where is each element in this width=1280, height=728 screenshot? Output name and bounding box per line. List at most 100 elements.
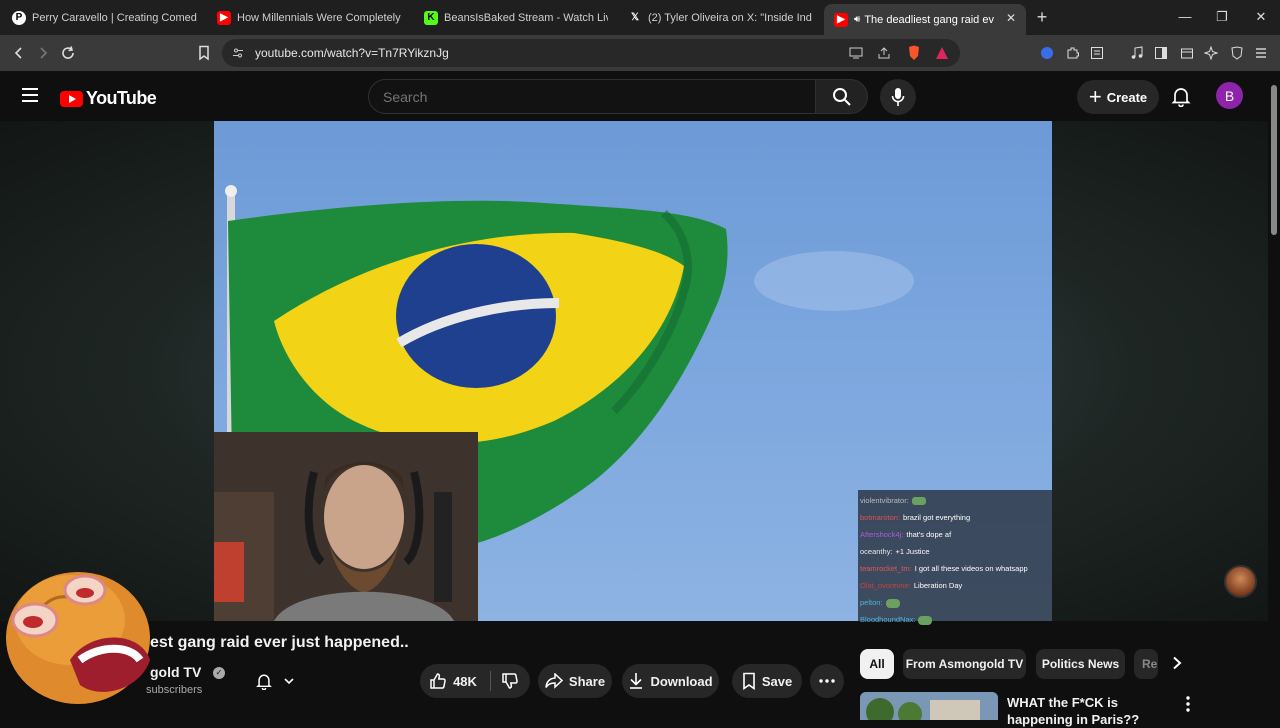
- like-divider: [490, 671, 491, 691]
- search-box: [368, 79, 868, 114]
- streamer-webcam: [214, 432, 478, 621]
- youtube-logo[interactable]: YouTube: [60, 88, 157, 109]
- chevron-right-icon[interactable]: [1166, 652, 1188, 674]
- potato-emote-image: [6, 572, 150, 704]
- address-bar[interactable]: youtube.com/watch?v=Tn7RYikznJg: [222, 39, 960, 67]
- new-tab-icon[interactable]: +: [1034, 8, 1050, 26]
- save-button[interactable]: Save: [732, 664, 802, 698]
- streamer-image: [214, 432, 478, 621]
- reader-icon[interactable]: [1088, 44, 1106, 62]
- cast-icon[interactable]: [848, 45, 864, 61]
- download-button[interactable]: Download: [622, 664, 719, 698]
- browser-tab[interactable]: 𝕏 (2) Tyler Oliveira on X: "Inside India…: [628, 4, 812, 31]
- recommended-title[interactable]: WHAT the F*CK is happening in Paris??: [1007, 694, 1172, 728]
- like-button[interactable]: 48K: [420, 664, 486, 698]
- floating-avatar-icon[interactable]: [1224, 565, 1257, 598]
- reload-icon[interactable]: [59, 44, 77, 62]
- chat-text: +1 Justice: [895, 547, 930, 556]
- leo-ai-icon[interactable]: [1202, 44, 1220, 62]
- voice-search-button[interactable]: [880, 79, 916, 115]
- tab-title: BeansIsBaked Stream - Watch Live on: [444, 11, 608, 24]
- share-label: Share: [568, 673, 606, 689]
- more-actions-button[interactable]: [810, 664, 844, 698]
- chat-message: Aftershock4j: that's dope af: [860, 526, 1050, 543]
- account-avatar[interactable]: B: [1216, 82, 1243, 109]
- vpn-icon[interactable]: [1228, 44, 1246, 62]
- thumbnail-image: [860, 692, 998, 720]
- notifications-bell-icon[interactable]: [1170, 85, 1192, 108]
- browser-tab-active[interactable]: ▶ 🔊︎ The deadliest gang raid ever j ✕: [824, 4, 1026, 35]
- search-button[interactable]: [816, 79, 868, 114]
- plus-icon: +: [1088, 84, 1102, 109]
- chat-message: botmaroton: brazil got everything: [860, 509, 1050, 526]
- youtube-masthead: YouTube + Create B: [0, 71, 1280, 121]
- chat-emote-icon: [911, 497, 926, 506]
- tab-title: (2) Tyler Oliveira on X: "Inside India's: [648, 11, 812, 24]
- bookmark-add-icon: [743, 672, 755, 690]
- wallet-icon[interactable]: [1178, 44, 1196, 62]
- chip-all[interactable]: All: [860, 649, 894, 679]
- chat-username: BloodhoundNax:: [860, 615, 916, 624]
- thumbs-up-icon: [430, 673, 446, 689]
- search-input[interactable]: [368, 79, 816, 114]
- share-page-icon[interactable]: [876, 45, 892, 61]
- page-scrollbar[interactable]: [1268, 71, 1280, 720]
- site-settings-icon[interactable]: [230, 45, 246, 61]
- patreon-icon: P: [12, 10, 26, 25]
- share-button[interactable]: Share: [538, 664, 612, 698]
- verified-check-icon: ✓: [213, 667, 225, 679]
- minimize-icon[interactable]: —: [1177, 9, 1193, 25]
- scrollbar-thumb[interactable]: [1271, 85, 1277, 235]
- browser-tab[interactable]: P Perry Caravello | Creating Comedy, V: [12, 4, 197, 31]
- back-icon[interactable]: [10, 44, 28, 62]
- chat-text: that's dope af: [906, 530, 952, 539]
- youtube-icon: ▶: [834, 12, 848, 27]
- chip-from-channel[interactable]: From Asmongold TV: [903, 649, 1026, 679]
- chat-username: pelton:: [860, 598, 883, 607]
- browser-tab[interactable]: ▶ How Millennials Were Completely Br: [217, 4, 402, 31]
- tab-title: How Millennials Were Completely Br: [237, 11, 402, 24]
- chat-message: violentvibrator:: [860, 492, 1050, 509]
- chip-partial[interactable]: Re: [1134, 649, 1158, 679]
- url-text: youtube.com/watch?v=Tn7RYikznJg: [255, 46, 449, 60]
- restore-icon[interactable]: ❐: [1214, 9, 1230, 25]
- x-icon: 𝕏: [630, 12, 640, 23]
- sidebar-icon[interactable]: [1152, 44, 1170, 62]
- chat-username: violentvibrator:: [860, 496, 909, 505]
- brave-rewards-icon[interactable]: [934, 45, 950, 61]
- chat-username: Olat_ovorevne:: [860, 581, 911, 590]
- share-icon: [545, 673, 563, 689]
- more-vertical-icon[interactable]: [1180, 695, 1196, 713]
- media-controls-icon[interactable]: [1128, 44, 1146, 62]
- kick-icon: K: [424, 10, 438, 25]
- forward-icon[interactable]: [34, 44, 52, 62]
- dislike-button[interactable]: [492, 664, 528, 698]
- notification-settings-button[interactable]: [244, 664, 306, 698]
- recommended-thumbnail[interactable]: [860, 692, 998, 720]
- browser-toolbar: youtube.com/watch?v=Tn7RYikznJg: [0, 35, 1280, 71]
- bell-icon: [256, 674, 272, 690]
- chat-username: botmaroton:: [860, 513, 901, 522]
- chat-username: Aftershock4j:: [860, 530, 904, 539]
- close-icon[interactable]: ✕: [1004, 11, 1018, 25]
- download-label: Download: [650, 673, 713, 689]
- thumbs-down-icon: [502, 673, 518, 689]
- chip-politics-news[interactable]: Politics News: [1036, 649, 1125, 679]
- hamburger-menu-icon[interactable]: [21, 87, 39, 103]
- tab-title: Perry Caravello | Creating Comedy, V: [32, 11, 197, 24]
- menu-icon[interactable]: [1252, 44, 1270, 62]
- browser-tab[interactable]: K BeansIsBaked Stream - Watch Live on: [424, 4, 608, 31]
- create-label: Create: [1106, 89, 1148, 105]
- bookmark-icon[interactable]: [195, 44, 213, 62]
- extension-icon[interactable]: [1038, 44, 1056, 62]
- extensions-puzzle-icon[interactable]: [1064, 44, 1082, 62]
- brave-shield-icon[interactable]: [906, 45, 922, 61]
- chat-text: Liberation Day: [913, 581, 963, 590]
- browser-tab-strip: P Perry Caravello | Creating Comedy, V ▶…: [0, 0, 1280, 35]
- chat-username: oceanthy:: [860, 547, 893, 556]
- create-button[interactable]: + Create: [1077, 80, 1159, 114]
- download-icon: [630, 673, 643, 689]
- chat-message: teamrocket_tm: I got all these videos on …: [860, 560, 1050, 577]
- chat-message: oceanthy: +1 Justice: [860, 543, 1050, 560]
- window-close-icon[interactable]: ✕: [1253, 9, 1269, 25]
